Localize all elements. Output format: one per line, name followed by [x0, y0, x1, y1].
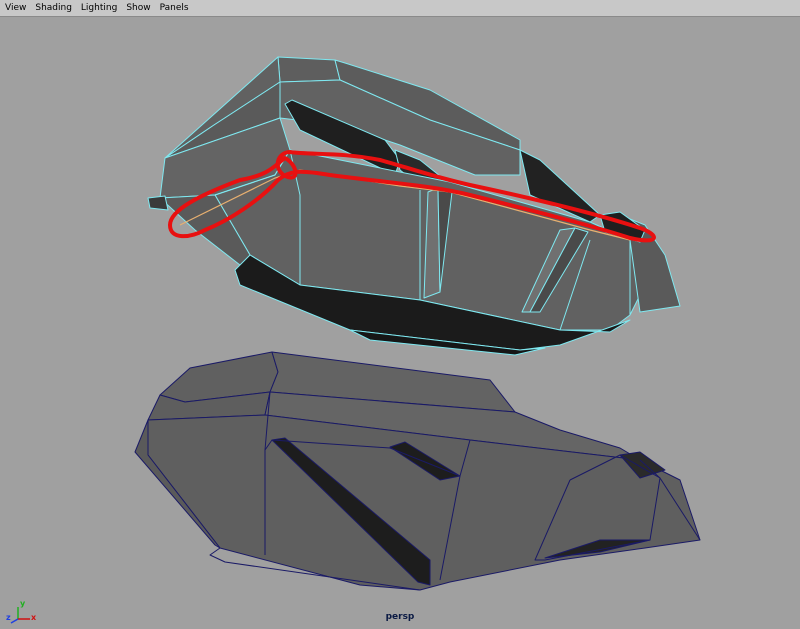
scene-canvas[interactable] — [0, 18, 800, 629]
camera-name-label: persp — [385, 612, 415, 622]
selected-mesh[interactable] — [147, 56, 681, 356]
axis-y-label: y — [20, 599, 26, 608]
menu-panels[interactable]: Panels — [155, 0, 193, 17]
menu-lighting[interactable]: Lighting — [76, 0, 121, 17]
panel-menubar: View Shading Lighting Show Panels — [0, 0, 800, 17]
menu-view[interactable]: View — [0, 0, 30, 17]
menu-show[interactable]: Show — [121, 0, 154, 17]
perspective-viewport[interactable]: y x z persp — [0, 18, 800, 629]
unselected-mesh[interactable] — [134, 351, 701, 591]
menu-shading[interactable]: Shading — [30, 0, 76, 17]
